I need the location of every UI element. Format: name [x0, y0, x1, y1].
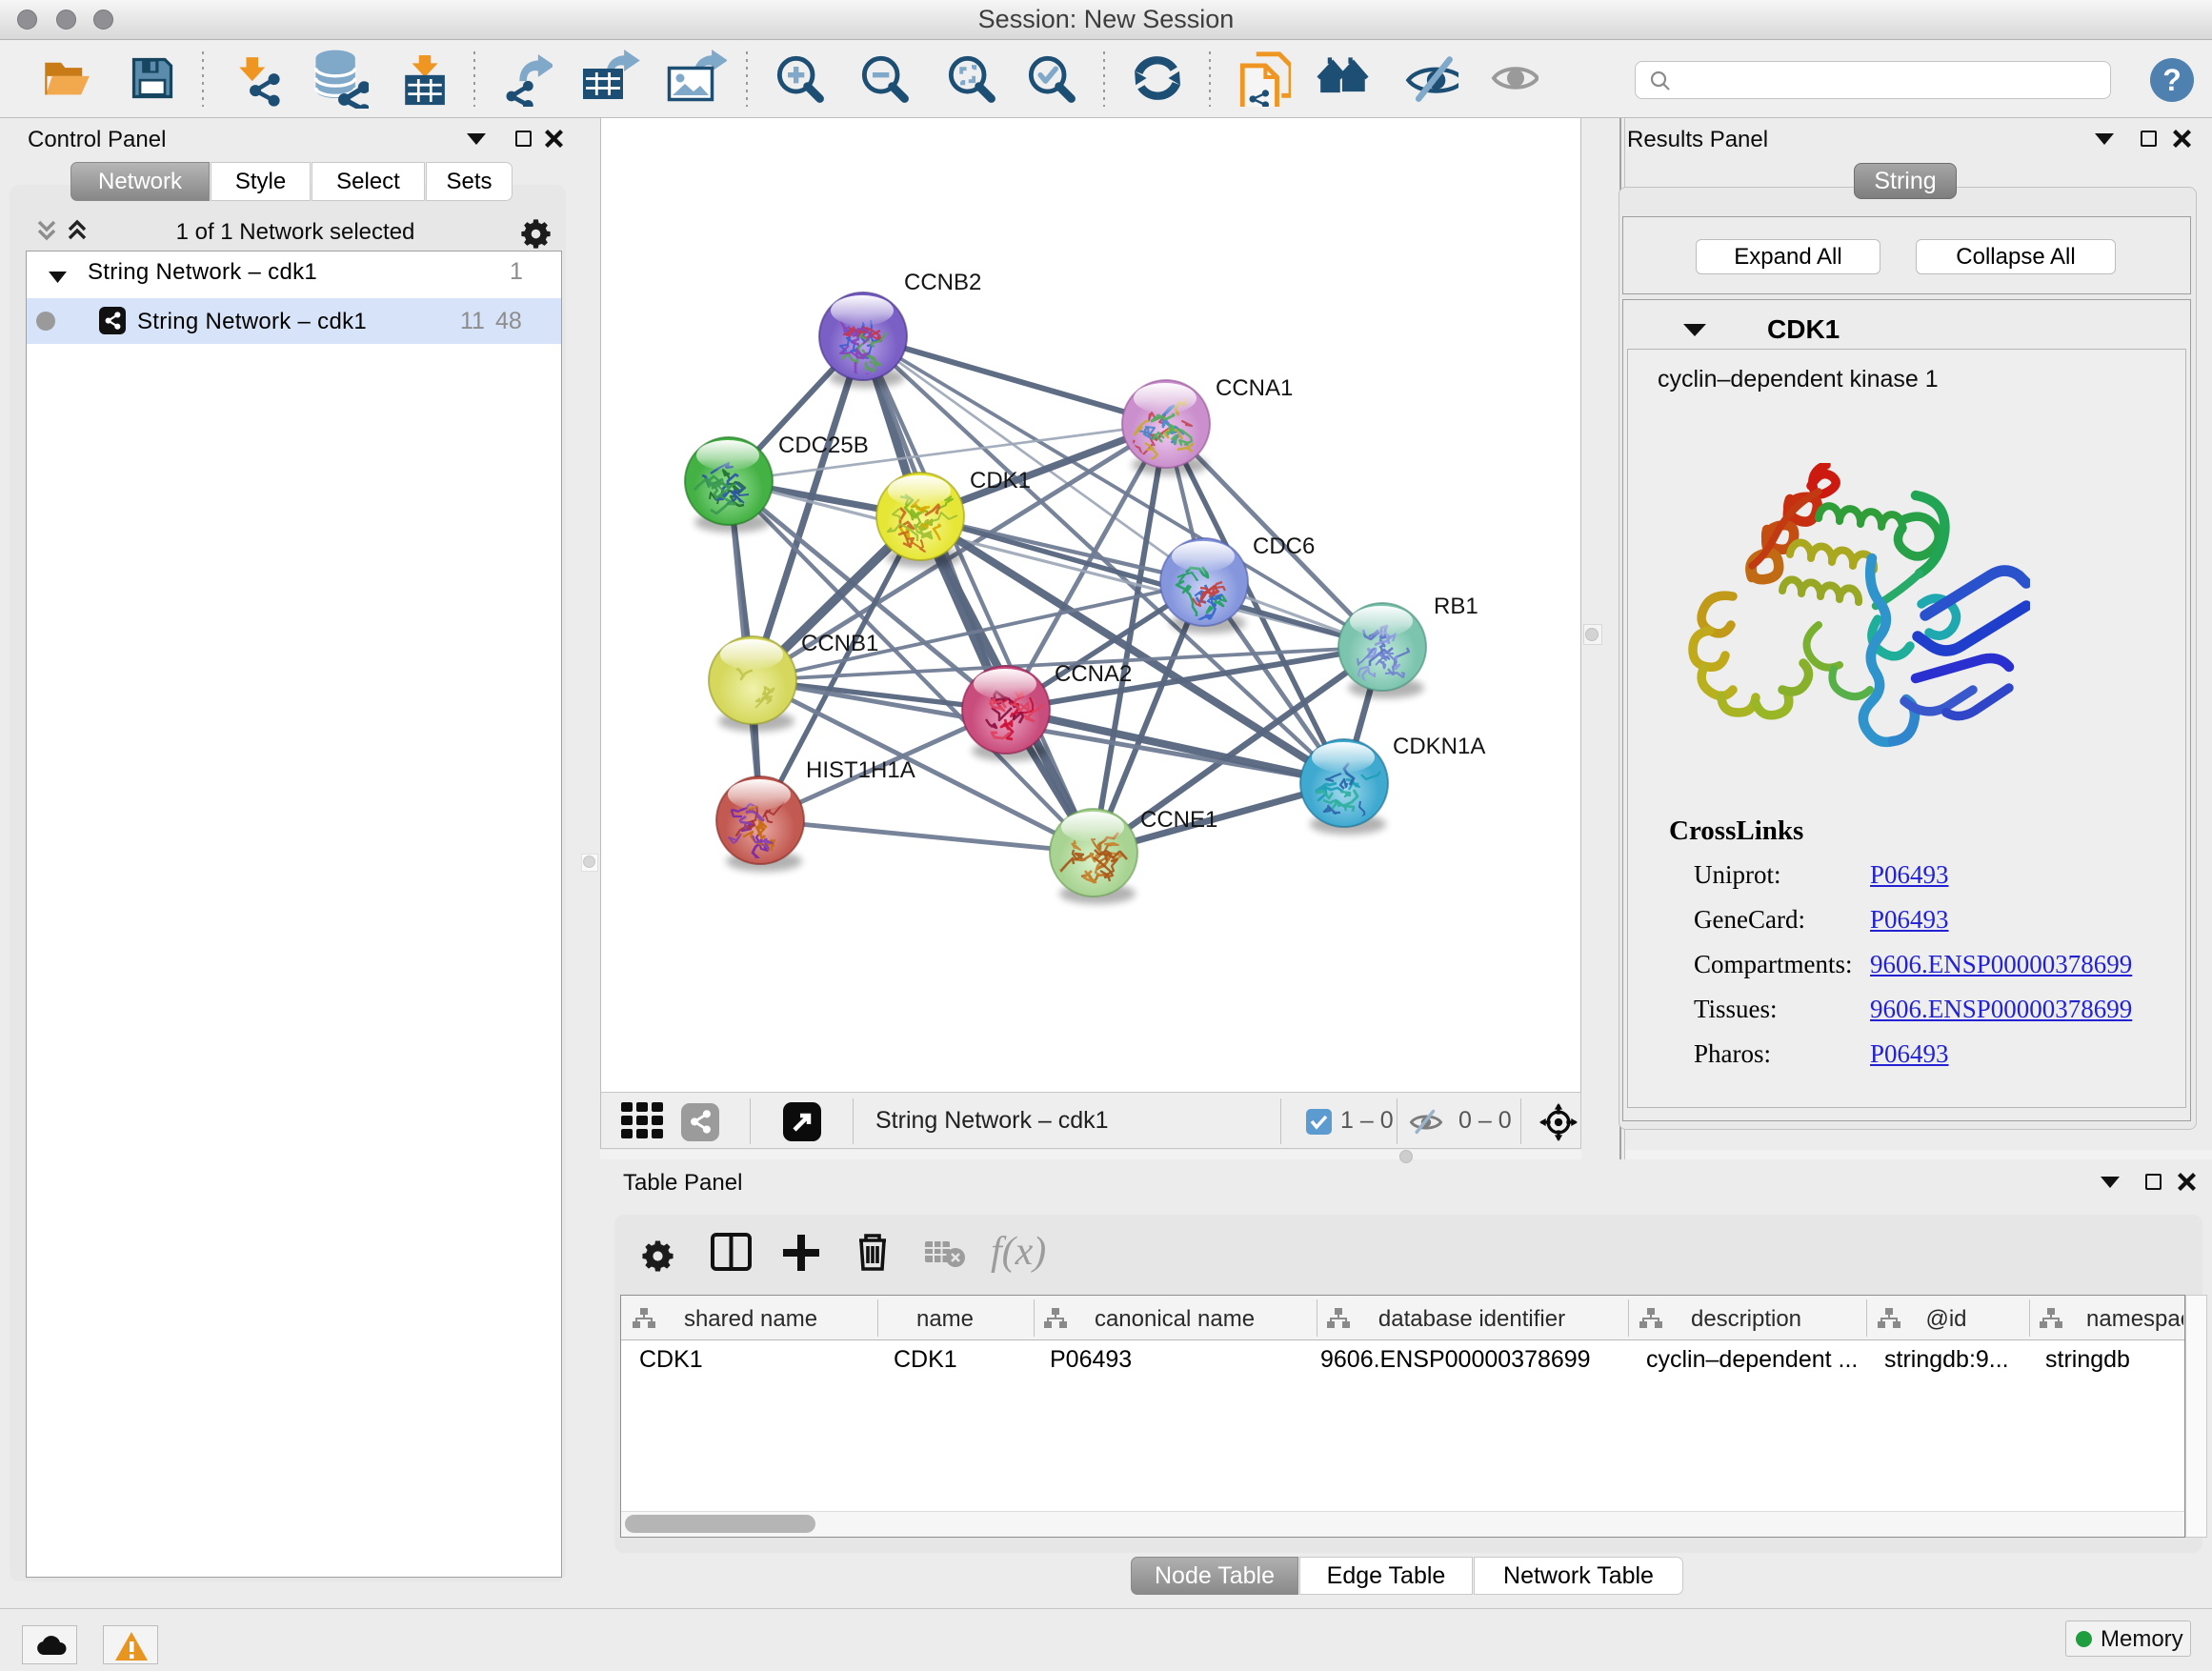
svg-text:CDK1: CDK1: [970, 468, 1031, 493]
svg-text:CCNA1: CCNA1: [1216, 375, 1293, 401]
svg-text:CDC25B: CDC25B: [778, 433, 869, 458]
svg-text:CCNA2: CCNA2: [1055, 661, 1132, 687]
svg-text:CCNB2: CCNB2: [904, 270, 981, 295]
svg-text:?: ?: [2162, 63, 2182, 97]
svg-text:CDC6: CDC6: [1253, 534, 1315, 559]
svg-text:CDKN1A: CDKN1A: [1393, 734, 1485, 759]
svg-text:CCNE1: CCNE1: [1140, 807, 1217, 833]
svg-text:CCNB1: CCNB1: [801, 631, 878, 656]
svg-text:RB1: RB1: [1434, 594, 1478, 619]
svg-text:HIST1H1A: HIST1H1A: [806, 757, 915, 783]
